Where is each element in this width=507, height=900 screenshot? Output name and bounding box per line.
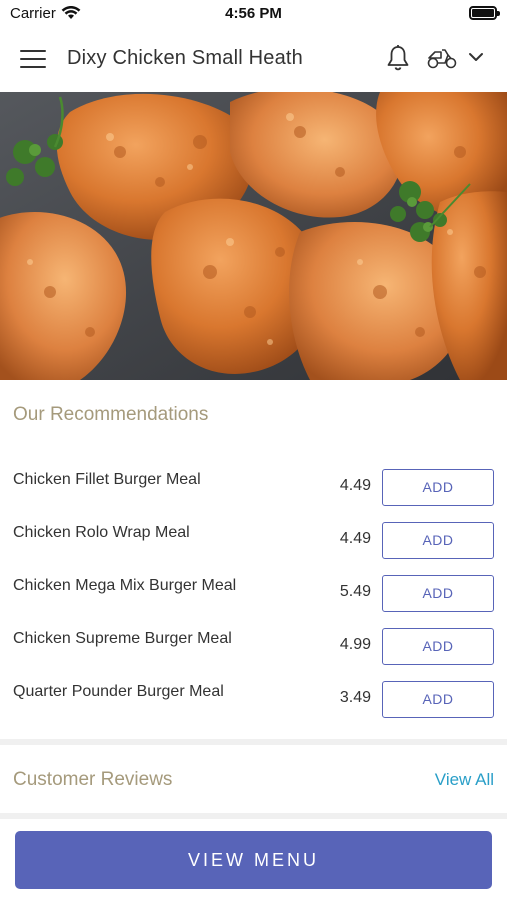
item-name: Quarter Pounder Burger Meal xyxy=(13,683,224,700)
item-price: 5.49 xyxy=(339,583,371,600)
status-bar: Carrier 4:56 PM xyxy=(0,0,507,28)
add-button[interactable]: ADD xyxy=(382,469,494,506)
add-button[interactable]: ADD xyxy=(382,628,494,665)
list-item: Chicken Rolo Wrap Meal 4.49 ADD xyxy=(0,522,507,575)
section-divider xyxy=(0,739,507,745)
item-price: 3.49 xyxy=(339,689,371,706)
list-item: Quarter Pounder Burger Meal 3.49 ADD xyxy=(0,681,507,734)
item-name: Chicken Fillet Burger Meal xyxy=(13,471,201,488)
app-header: Dixy Chicken Small Heath xyxy=(0,28,507,92)
item-price: 4.99 xyxy=(339,636,371,653)
hero-image xyxy=(0,92,507,380)
scooter-icon[interactable] xyxy=(426,46,458,70)
add-button[interactable]: ADD xyxy=(382,575,494,612)
reviews-title: Customer Reviews xyxy=(13,769,173,790)
item-name: Chicken Supreme Burger Meal xyxy=(13,630,232,647)
menu-icon[interactable] xyxy=(20,50,46,70)
list-item: Chicken Supreme Burger Meal 4.99 ADD xyxy=(0,628,507,681)
item-name: Chicken Rolo Wrap Meal xyxy=(13,524,190,541)
list-item: Chicken Fillet Burger Meal 4.49 ADD xyxy=(0,469,507,522)
bell-icon[interactable] xyxy=(385,44,411,72)
item-price: 4.49 xyxy=(339,530,371,547)
section-divider xyxy=(0,813,507,819)
chevron-down-icon[interactable] xyxy=(468,51,484,63)
recommendations-title: Our Recommendations xyxy=(13,404,209,425)
status-time: 4:56 PM xyxy=(225,5,282,22)
item-name: Chicken Mega Mix Burger Meal xyxy=(13,577,237,594)
restaurant-title: Dixy Chicken Small Heath xyxy=(67,47,303,69)
list-item: Chicken Mega Mix Burger Meal 5.49 ADD xyxy=(0,575,507,628)
view-menu-button[interactable]: VIEW MENU xyxy=(15,831,492,889)
item-price: 4.49 xyxy=(339,477,371,494)
add-button[interactable]: ADD xyxy=(382,522,494,559)
battery-icon xyxy=(469,6,500,20)
add-button[interactable]: ADD xyxy=(382,681,494,718)
fried-chicken-photo xyxy=(0,92,507,380)
view-all-link[interactable]: View All xyxy=(435,770,494,790)
